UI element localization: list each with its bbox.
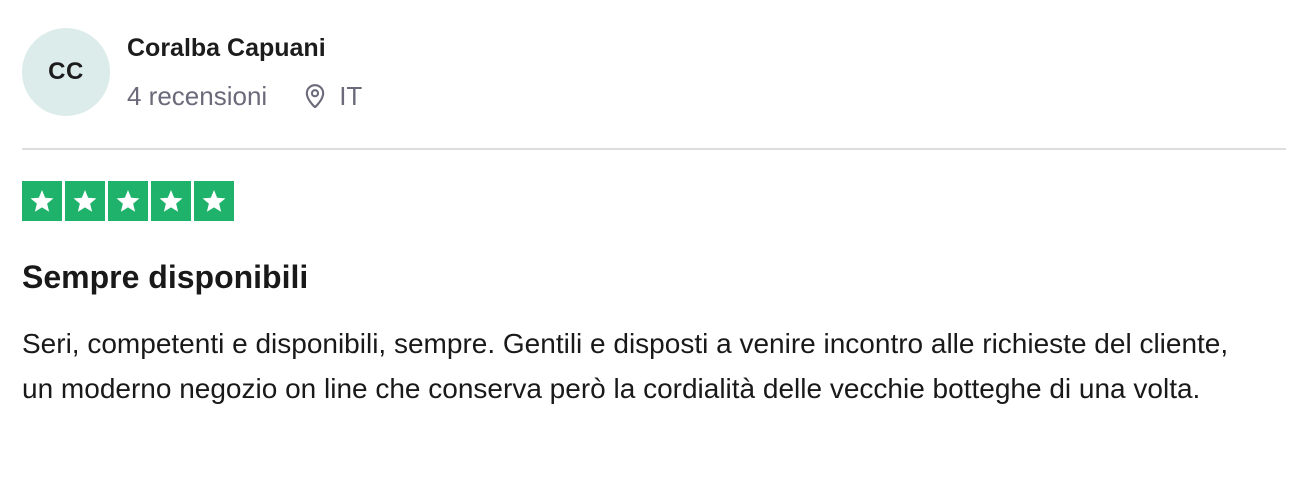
star-box xyxy=(22,181,62,221)
divider xyxy=(22,148,1286,150)
star-box xyxy=(108,181,148,221)
star-icon xyxy=(202,190,226,212)
consumer-meta: 4 recensioni IT xyxy=(127,81,362,111)
star-icon xyxy=(159,190,183,212)
location-pin-icon xyxy=(305,84,325,109)
review-card: CC Coralba Capuani 4 recensioni IT Sempr… xyxy=(22,28,1286,404)
star-icon xyxy=(116,190,140,212)
consumer-name[interactable]: Coralba Capuani xyxy=(127,33,362,63)
star-box xyxy=(65,181,105,221)
star-rating xyxy=(22,181,234,221)
star-box xyxy=(194,181,234,221)
star-icon xyxy=(73,190,97,212)
review-body: Seri, competenti e disponibili, sempre. … xyxy=(22,328,1229,404)
review-header: CC Coralba Capuani 4 recensioni IT xyxy=(22,28,1286,120)
reviews-count[interactable]: 4 recensioni xyxy=(127,81,267,111)
consumer-location: IT xyxy=(301,81,362,111)
avatar[interactable]: CC xyxy=(22,28,110,116)
star-box xyxy=(151,181,191,221)
avatar-initials: CC xyxy=(48,58,84,85)
review-title[interactable]: Sempre disponibili xyxy=(22,257,308,297)
country-code: IT xyxy=(339,81,363,111)
consumer-info: Coralba Capuani 4 recensioni IT xyxy=(127,28,362,111)
star-icon xyxy=(30,190,54,212)
